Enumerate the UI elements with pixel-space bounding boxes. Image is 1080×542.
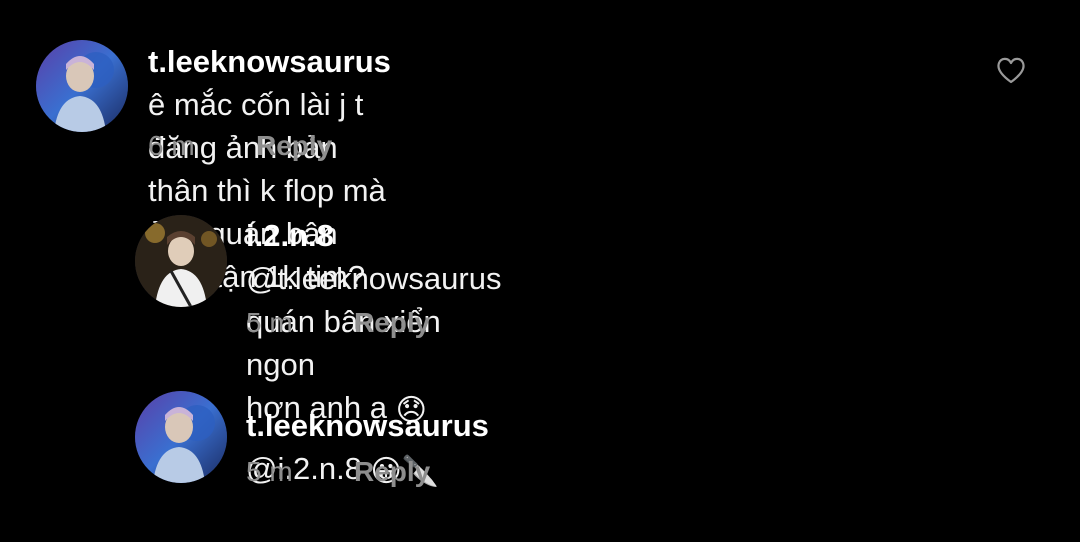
reply-button[interactable]: Reply bbox=[354, 456, 430, 488]
avatar-image bbox=[135, 215, 227, 307]
timestamp: 6 m bbox=[148, 130, 195, 161]
timestamp: 5 m bbox=[246, 456, 293, 487]
reply-button[interactable]: Reply bbox=[354, 307, 430, 339]
avatar-image bbox=[36, 40, 128, 132]
comment-meta: 5 m Reply bbox=[246, 456, 430, 488]
timestamp: 5 m bbox=[246, 307, 293, 338]
comment-meta: 5 m Reply bbox=[246, 307, 430, 339]
username[interactable]: t.leeknowsaurus bbox=[246, 408, 489, 443]
reply-button[interactable]: Reply bbox=[256, 130, 332, 162]
avatar-image bbox=[135, 391, 227, 483]
avatar[interactable] bbox=[135, 215, 227, 307]
username[interactable]: t.leeknowsaurus bbox=[148, 44, 391, 79]
username[interactable]: i.2.n.8 bbox=[246, 218, 334, 253]
avatar[interactable] bbox=[36, 40, 128, 132]
avatar[interactable] bbox=[135, 391, 227, 483]
heart-icon[interactable] bbox=[996, 56, 1026, 84]
comment-meta: 6 m Reply bbox=[148, 130, 332, 162]
